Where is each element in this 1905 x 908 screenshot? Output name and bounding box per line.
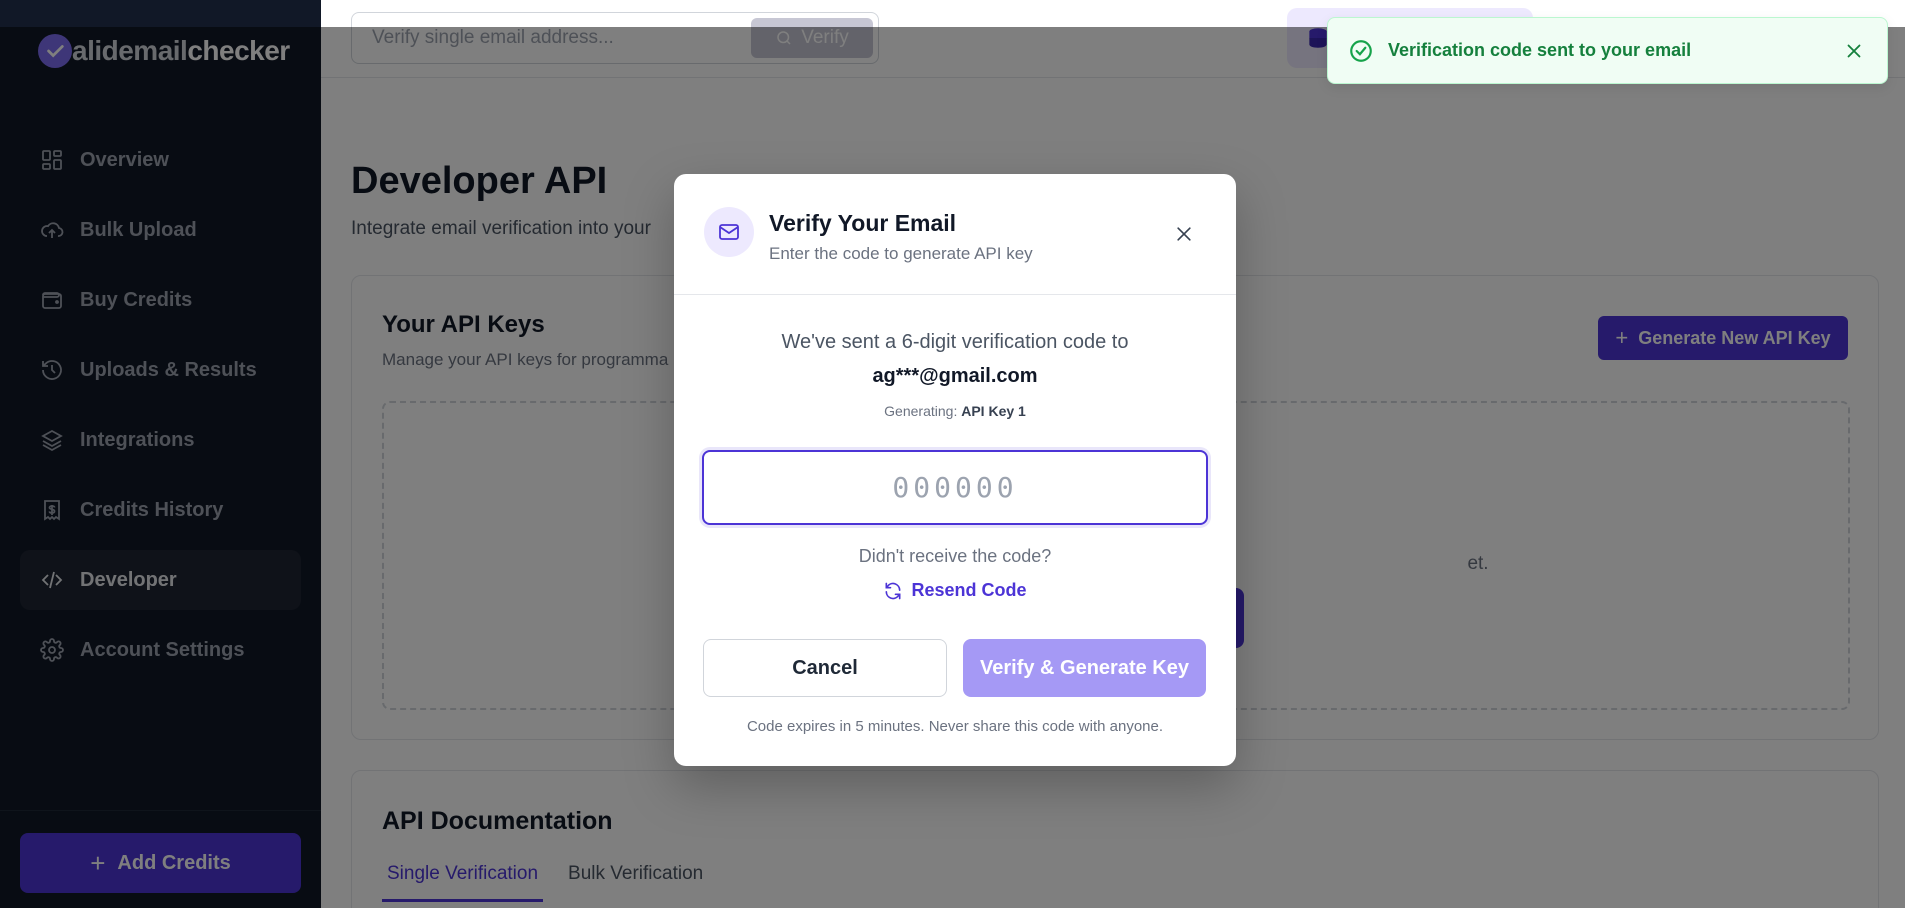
modal-title: Verify Your Email (769, 210, 957, 236)
resend-code-label: Resend Code (911, 580, 1027, 600)
modal-subtitle: Enter the code to generate API key (769, 244, 1033, 263)
resend-code-link[interactable]: Resend Code (674, 580, 1236, 601)
code-placeholder: 000000 (892, 471, 1018, 504)
code-expiry-note: Code expires in 5 minutes. Never share t… (746, 718, 1164, 735)
close-icon[interactable] (1843, 40, 1865, 62)
generating-label: Generating: (884, 403, 958, 419)
refresh-icon (885, 582, 901, 599)
modal-header: Verify Your Email Enter the code to gene… (674, 174, 1236, 295)
toast-message: Verification code sent to your email (1388, 40, 1692, 60)
verify-generate-button[interactable]: Verify & Generate Key (963, 639, 1206, 697)
close-icon[interactable] (1170, 220, 1198, 248)
verification-code-input[interactable]: 000000 (702, 450, 1208, 525)
didnt-receive-text: Didn't receive the code? (858, 546, 1052, 566)
code-sent-text: We've sent a 6-digit verification code t… (781, 331, 1129, 353)
success-toast: Verification code sent to your email (1327, 17, 1888, 84)
masked-email: ag***@gmail.com (872, 365, 1038, 387)
generating-key-name: API Key 1 (961, 403, 1026, 419)
mail-icon (704, 207, 754, 257)
verify-email-modal: Verify Your Email Enter the code to gene… (674, 174, 1236, 766)
generating-text: Generating: API Key 1 (674, 403, 1236, 419)
check-circle-icon (1350, 39, 1372, 62)
cancel-button[interactable]: Cancel (703, 639, 947, 697)
